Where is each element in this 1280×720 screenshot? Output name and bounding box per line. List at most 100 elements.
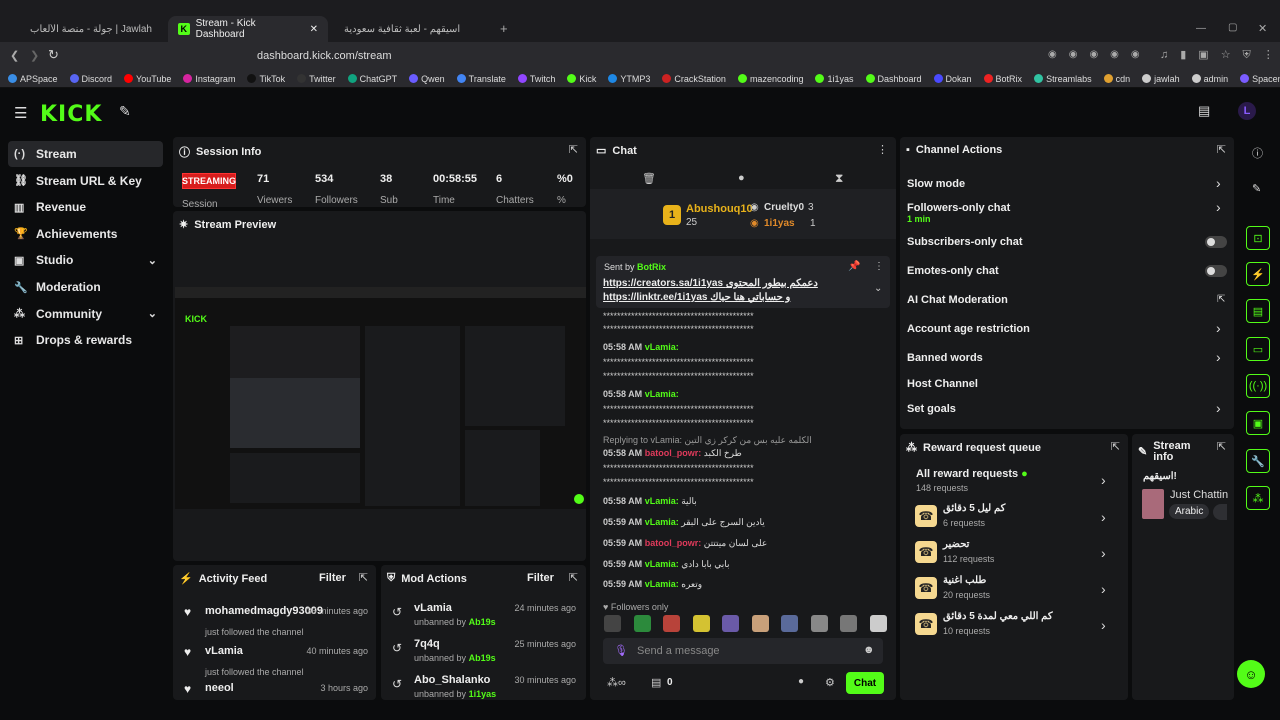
- channel-action-banned-words[interactable]: Banned words: [907, 352, 983, 364]
- emote-icon[interactable]: [722, 615, 739, 632]
- popout-icon[interactable]: ⇱: [359, 571, 368, 584]
- channel-action-slow-mode[interactable]: Slow mode: [907, 178, 965, 190]
- chat-username[interactable]: batool_powr:: [645, 538, 702, 548]
- toolbar-icons[interactable]: ♫▮▣☆⛨⋮: [1160, 48, 1280, 62]
- channel-action-account-age-restriction[interactable]: Account age restriction: [907, 323, 1030, 335]
- activity-username[interactable]: vLamia: [205, 645, 243, 657]
- window-close-icon[interactable]: ✕: [1258, 22, 1267, 35]
- sidebar-item-achievements[interactable]: 🏆 Achievements: [8, 221, 163, 247]
- community-icon[interactable]: ⁂∞: [607, 676, 626, 689]
- chat-input-placeholder[interactable]: Send a message: [637, 645, 720, 657]
- back-icon[interactable]: ❮: [10, 49, 19, 62]
- chat-bubble-icon[interactable]: ●: [738, 172, 745, 184]
- browser-tab[interactable]: Jawlah | جولة - منصة الألعاب التفاعلية: [20, 16, 162, 42]
- popout-icon[interactable]: ⇱: [1217, 440, 1226, 453]
- fullscreen-icon[interactable]: ⊡: [1246, 226, 1270, 250]
- emote-icon[interactable]: [663, 615, 680, 632]
- channel-action-ai-chat-moderation[interactable]: AI Chat Moderation: [907, 294, 1008, 306]
- chevron-right-icon[interactable]: ›: [1101, 472, 1106, 488]
- bookmark-item[interactable]: ChatGPT: [347, 74, 397, 84]
- browser-tab[interactable]: اسيقهم - لعبة ثقافية سعودية: [334, 16, 494, 42]
- stream-category[interactable]: Just Chatting: [1170, 489, 1228, 501]
- chevron-right-icon[interactable]: ›: [1216, 349, 1221, 365]
- emote-icon[interactable]: [840, 615, 857, 632]
- gear-icon[interactable]: ⚙: [825, 676, 835, 689]
- wrench-icon[interactable]: 🔧: [1246, 449, 1270, 473]
- popout-icon[interactable]: ⇱: [569, 143, 578, 156]
- bookmark-item[interactable]: Qwen: [409, 74, 445, 84]
- popout-icon[interactable]: ⇱: [1111, 440, 1120, 453]
- chevron-right-icon[interactable]: ›: [1216, 175, 1221, 191]
- channel-action-set-goals[interactable]: Set goals: [907, 403, 956, 415]
- bookmark-item[interactable]: mazencoding: [737, 74, 803, 84]
- info-icon[interactable]: ⓘ: [1252, 145, 1263, 161]
- chat-username[interactable]: vLamia:: [645, 342, 679, 352]
- bookmark-item[interactable]: Translate: [456, 74, 506, 84]
- bookmark-item[interactable]: Twitter: [297, 74, 336, 84]
- forward-icon[interactable]: ❯: [30, 49, 39, 62]
- bookmark-item[interactable]: APSpace: [8, 74, 58, 84]
- reward-item[interactable]: ☎ كم اللي معي لمدة 5 دقائق 10 requests ›: [915, 611, 1120, 639]
- bookmark-item[interactable]: 1i1yas: [815, 74, 854, 84]
- emoji-icon[interactable]: ☻: [863, 644, 875, 656]
- chat-username[interactable]: vLamia:: [645, 496, 679, 506]
- top-gifter-1-name[interactable]: Abushouq10: [686, 203, 753, 215]
- bookmark-item[interactable]: BotRix: [983, 74, 1022, 84]
- document-icon[interactable]: ▤: [1246, 299, 1270, 323]
- popout-icon[interactable]: ⇱: [569, 571, 578, 584]
- bookmark-item[interactable]: Twitch: [517, 74, 555, 84]
- reward-item[interactable]: ☎ كم ليل 5 دقائق 6 requests ›: [915, 503, 1120, 531]
- emote-icon[interactable]: [604, 615, 621, 632]
- toggle-switch[interactable]: [1205, 265, 1227, 277]
- chat-bubble-icon[interactable]: ●: [798, 676, 804, 687]
- chevron-down-icon[interactable]: ⌄: [148, 307, 157, 320]
- bookmark-item[interactable]: TikTok: [247, 74, 285, 84]
- trash-icon[interactable]: 🗑: [642, 172, 656, 185]
- chevron-right-icon[interactable]: ›: [1216, 199, 1221, 215]
- activity-filter-button[interactable]: Filter: [319, 572, 346, 584]
- bookmark-item[interactable]: admin: [1191, 74, 1228, 84]
- sidebar-item-revenue[interactable]: ▥ Revenue: [8, 194, 163, 220]
- bookmark-item[interactable]: CrackStation: [662, 74, 726, 84]
- extensions-icon[interactable]: ◉◉◉◉◉: [1048, 49, 1152, 60]
- hourglass-icon[interactable]: ⧗: [835, 171, 843, 186]
- bookmark-item[interactable]: Discord: [69, 74, 112, 84]
- chat-username[interactable]: vLamia:: [645, 389, 679, 399]
- external-link-icon[interactable]: ⇱: [1217, 294, 1225, 305]
- mod-action-moderator[interactable]: Ab19s: [469, 617, 496, 627]
- popout-icon[interactable]: ⇱: [1217, 143, 1226, 156]
- mic-icon[interactable]: 🎙: [614, 644, 628, 657]
- url-field[interactable]: dashboard.kick.com/stream: [230, 46, 970, 66]
- stream-preview-video[interactable]: KICK: [175, 287, 586, 509]
- chevron-right-icon[interactable]: ›: [1101, 581, 1106, 597]
- chevron-down-icon[interactable]: ⌄: [874, 283, 882, 294]
- emote-icon[interactable]: [633, 615, 651, 632]
- chat-username[interactable]: vLamia:: [645, 517, 679, 527]
- chevron-right-icon[interactable]: ›: [1101, 509, 1106, 525]
- emote-icon[interactable]: [781, 615, 798, 632]
- pinned-line-1[interactable]: https://creators.sa/1i1yas دعمكم بيطور ا…: [603, 278, 818, 289]
- kebab-menu-icon[interactable]: ⋮: [877, 143, 888, 156]
- emote-icon[interactable]: [692, 615, 710, 632]
- channel-action-emotes-only-chat[interactable]: Emotes-only chat: [907, 265, 999, 277]
- mod-filter-button[interactable]: Filter: [527, 572, 554, 584]
- mod-action-username[interactable]: vLamia: [414, 602, 452, 614]
- pencil-icon[interactable]: ✎: [1252, 182, 1261, 195]
- bookmark-item[interactable]: cdn: [1103, 74, 1130, 84]
- chevron-down-icon[interactable]: ⌄: [148, 254, 157, 267]
- pin-icon[interactable]: ✎: [119, 103, 131, 120]
- pinned-menu-icon[interactable]: ⋮: [874, 261, 884, 272]
- toggle-switch[interactable]: [1205, 236, 1227, 248]
- mod-action-moderator[interactable]: 1i1yas: [469, 689, 497, 699]
- help-chat-icon[interactable]: ☺: [1237, 660, 1265, 688]
- bookmark-item[interactable]: Instagram: [183, 74, 235, 84]
- sidebar-item-community[interactable]: ⁂ Community ⌄: [8, 301, 163, 327]
- points-icon[interactable]: ▤: [651, 676, 661, 689]
- broadcast-icon[interactable]: ((·)): [1246, 374, 1270, 398]
- pin-icon[interactable]: 📌: [848, 261, 860, 272]
- new-tab-icon[interactable]: +: [500, 21, 508, 36]
- sidebar-item-drops-rewards[interactable]: ⊞ Drops & rewards: [8, 327, 163, 353]
- chevron-right-icon[interactable]: ›: [1216, 320, 1221, 336]
- bookmark-item[interactable]: Spacemail: [1240, 74, 1280, 84]
- top-gifter-3-name[interactable]: 1i1yas: [764, 218, 795, 229]
